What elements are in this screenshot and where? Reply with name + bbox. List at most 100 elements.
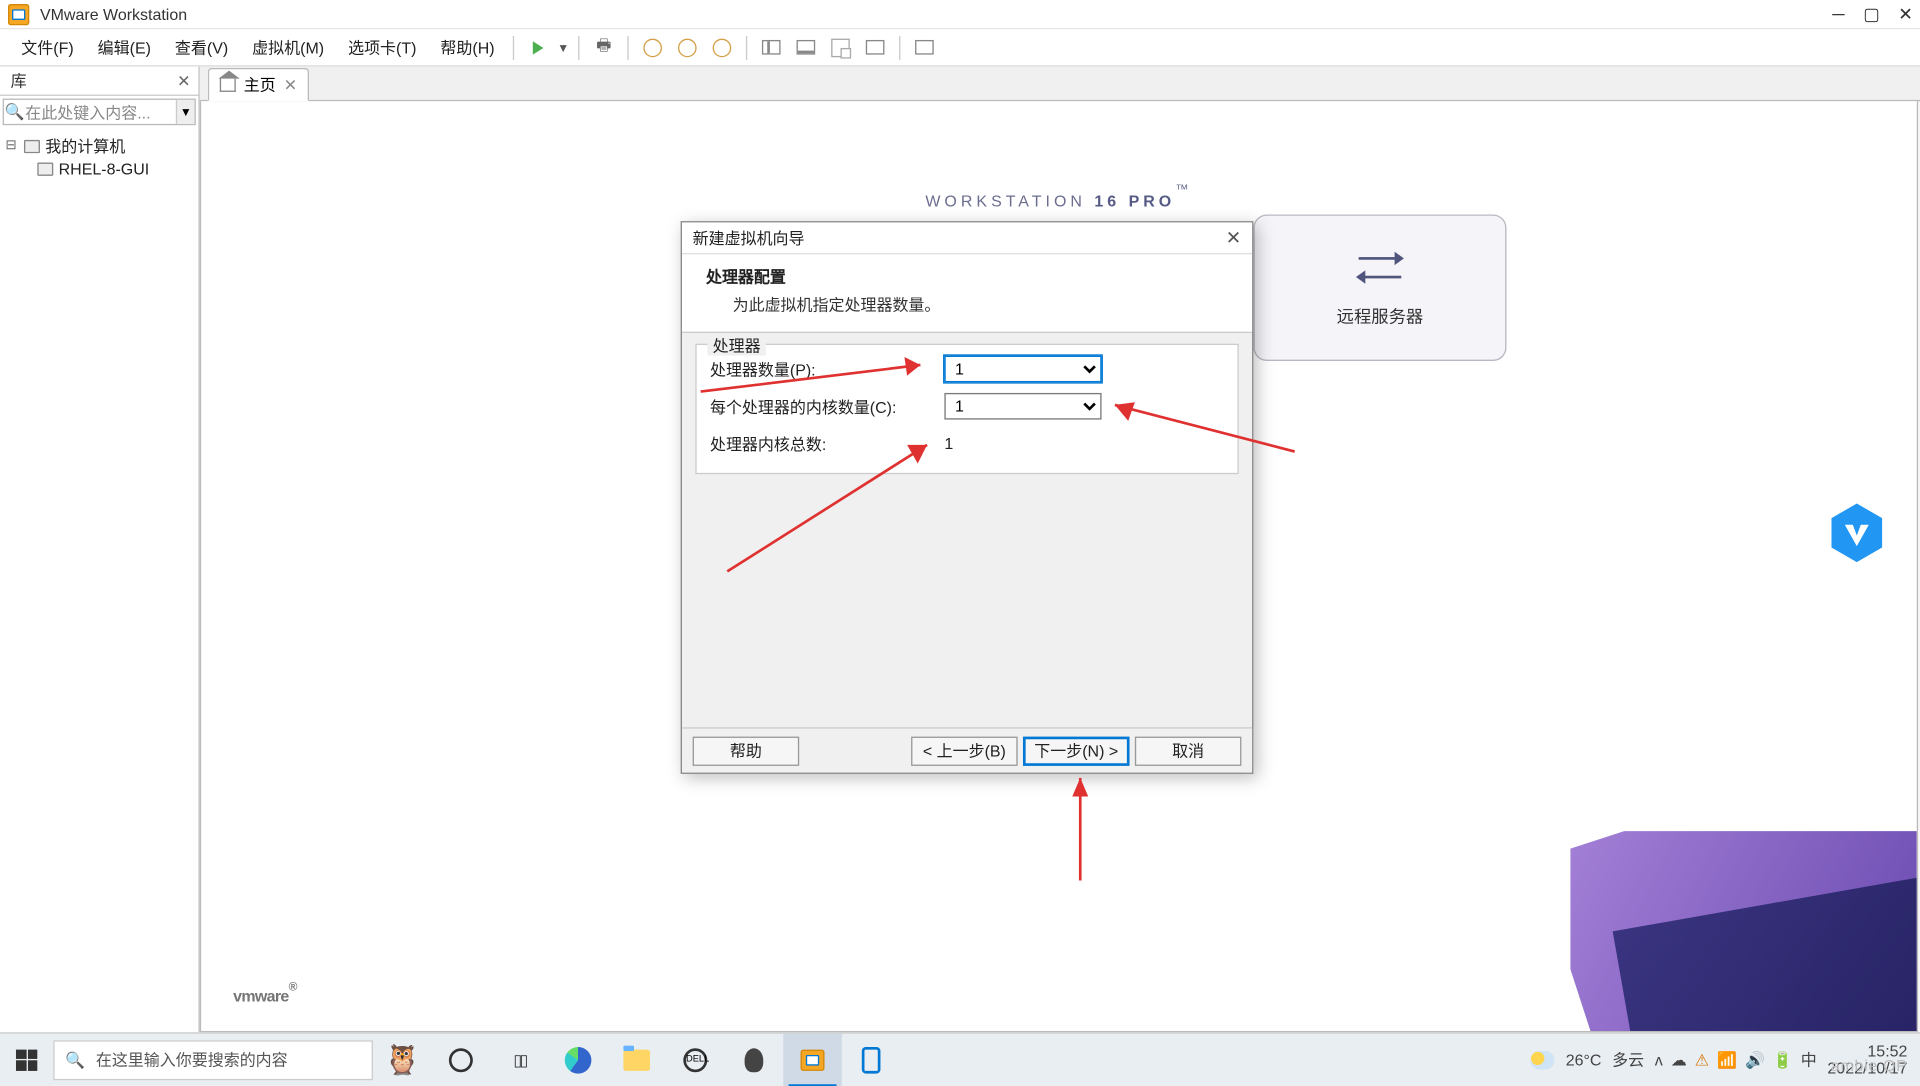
separator [628,35,629,59]
system-tray[interactable]: ʌ ☁ ⚠ 📶 🔊 🔋 中 [1655,1048,1817,1071]
tree-root-label: 我的计算机 [45,135,125,158]
close-button[interactable]: ✕ [1898,3,1913,24]
maximize-button[interactable]: ▢ [1863,3,1879,24]
tab-home[interactable]: 主页 ✕ [208,68,309,101]
snapshot-manager-icon[interactable] [706,31,738,63]
wizard-title: 新建虚拟机向导 [693,226,1226,249]
tree-item-label: RHEL-8-GUI [59,160,150,179]
connect-remote-card[interactable]: 远程服务器 [1253,214,1506,361]
watermark: ambie QP [1831,1056,1907,1075]
home-icon [220,78,236,91]
search-icon: 🔍 [4,103,25,122]
dell-icon: DELL [683,1048,707,1072]
expand-icon[interactable]: ⊟ [5,139,18,154]
snapshot-icon[interactable] [637,31,669,63]
total-cores-label: 处理器内核总数: [710,432,944,455]
weather-temp[interactable]: 26°C [1566,1050,1602,1069]
owl-icon: 🦉 [384,1042,421,1077]
menu-edit[interactable]: 编辑(E) [87,32,162,63]
taskbar-explorer[interactable] [607,1033,666,1086]
menu-vm[interactable]: 虚拟机(M) [242,32,335,63]
alien-icon [745,1048,764,1072]
volume-icon[interactable]: 🔊 [1745,1050,1765,1069]
windows-taskbar: 🔍 在这里输入你要搜索的内容 🦉 ▯▯ DELL 26°C 多云 ʌ ☁ ⚠ 📶… [0,1032,1920,1085]
view-single-icon[interactable] [790,31,822,63]
taskbar-alienware[interactable] [725,1033,784,1086]
tree-root-my-computer[interactable]: ⊟ 我的计算机 [3,133,196,158]
taskbar-dell[interactable]: DELL [666,1033,725,1086]
tab-home-label: 主页 [244,73,276,96]
network-icon[interactable]: 📶 [1717,1050,1737,1069]
play-icon[interactable] [523,31,555,63]
taskbar-cortana[interactable] [432,1033,491,1086]
search-dropdown-icon[interactable]: ▼ [176,100,195,124]
taskbar-app-blue[interactable] [842,1033,901,1086]
windows-logo-icon [16,1049,37,1070]
wizard-footer: 帮助 < 上一步(B) 下一步(N) > 取消 [682,727,1252,772]
wizard-close-icon[interactable]: ✕ [1226,226,1242,249]
search-icon: 🔍 [65,1050,85,1069]
separator [746,35,747,59]
library-tree: ⊟ 我的计算机 RHEL-8-GUI [0,128,198,185]
view-unity-icon[interactable] [860,31,892,63]
menu-view[interactable]: 查看(V) [164,32,239,63]
sidebar-close-icon[interactable]: ✕ [174,71,193,90]
minimize-button[interactable]: ─ [1832,3,1844,24]
onedrive-icon[interactable]: ☁ [1671,1050,1687,1069]
snapshot-revert-icon[interactable] [672,31,704,63]
decorative-corner [1570,831,1916,1031]
taskbar-search[interactable]: 🔍 在这里输入你要搜索的内容 [53,1040,373,1080]
app-icon [8,3,29,24]
cancel-button[interactable]: 取消 [1135,736,1242,765]
menu-help[interactable]: 帮助(H) [430,32,505,63]
taskbar-vmware[interactable] [783,1033,842,1086]
edge-icon [565,1046,592,1073]
view-thumbnail-icon[interactable] [909,31,941,63]
taskbar-taskview[interactable]: ▯▯ [490,1033,549,1086]
next-button[interactable]: 下一步(N) > [1023,736,1130,765]
vmware-logo: vmware® [233,975,297,1010]
menu-file[interactable]: 文件(F) [11,32,85,63]
start-button[interactable] [0,1033,53,1086]
sidebar-search[interactable]: 🔍 在此处键入内容... ▼ [3,99,196,126]
separator [579,35,580,59]
search-placeholder: 在此处键入内容... [25,101,176,124]
chevron-up-icon[interactable]: ʌ [1655,1050,1663,1069]
wizard-subheading: 为此虚拟机指定处理器数量。 [706,293,1228,316]
total-cores-value: 1 [944,434,953,453]
separator [900,35,901,59]
vmware-icon [801,1049,825,1070]
floating-badge-icon[interactable] [1829,501,1885,565]
menu-tabs[interactable]: 选项卡(T) [337,32,427,63]
view-split-icon[interactable] [756,31,788,63]
content-area: 主页 ✕ WORKSTATION 16 PRO™ 远程服务器 vmware® [200,67,1920,1033]
processor-count-select[interactable]: 1 [944,356,1101,383]
play-dropdown-icon[interactable]: ▼ [557,41,570,54]
wizard-titlebar: 新建虚拟机向导 ✕ [682,222,1252,254]
weather-text[interactable]: 多云 [1612,1048,1644,1071]
home-page: WORKSTATION 16 PRO™ 远程服务器 vmware® 新建虚拟机向… [200,101,1918,1032]
printer-icon[interactable]: 🖶 [588,31,620,63]
battery-icon[interactable]: 🔋 [1773,1050,1793,1069]
taskbar-app-owl[interactable]: 🦉 [373,1033,432,1086]
computer-icon [24,139,40,152]
annotation-arrow [1060,767,1100,891]
row-processor-count: 处理器数量(P): 1 [710,350,1224,387]
help-button[interactable]: 帮助 [693,736,800,765]
wizard-header: 处理器配置 为此虚拟机指定处理器数量。 [682,254,1252,333]
view-fullscreen-icon[interactable] [825,31,857,63]
tab-close-icon[interactable]: ✕ [284,75,297,94]
security-icon[interactable]: ⚠ [1695,1050,1709,1069]
taskbar-edge[interactable] [549,1033,608,1086]
processor-count-label: 处理器数量(P): [710,358,944,381]
ime-indicator[interactable]: 中 [1801,1048,1817,1071]
cores-select[interactable]: 1 [944,393,1101,420]
back-button[interactable]: < 上一步(B) [911,736,1018,765]
group-label: 处理器 [707,337,766,356]
row-cores-per-processor: 每个处理器的内核数量(C): 1 [710,388,1224,425]
window-title: VMware Workstation [40,5,187,24]
window-titlebar: VMware Workstation ─ ▢ ✕ [0,0,1920,29]
menubar: 文件(F) 编辑(E) 查看(V) 虚拟机(M) 选项卡(T) 帮助(H) ▼ … [0,29,1920,66]
tree-item-rhel[interactable]: RHEL-8-GUI [3,159,196,180]
connect-icon [1356,248,1404,285]
